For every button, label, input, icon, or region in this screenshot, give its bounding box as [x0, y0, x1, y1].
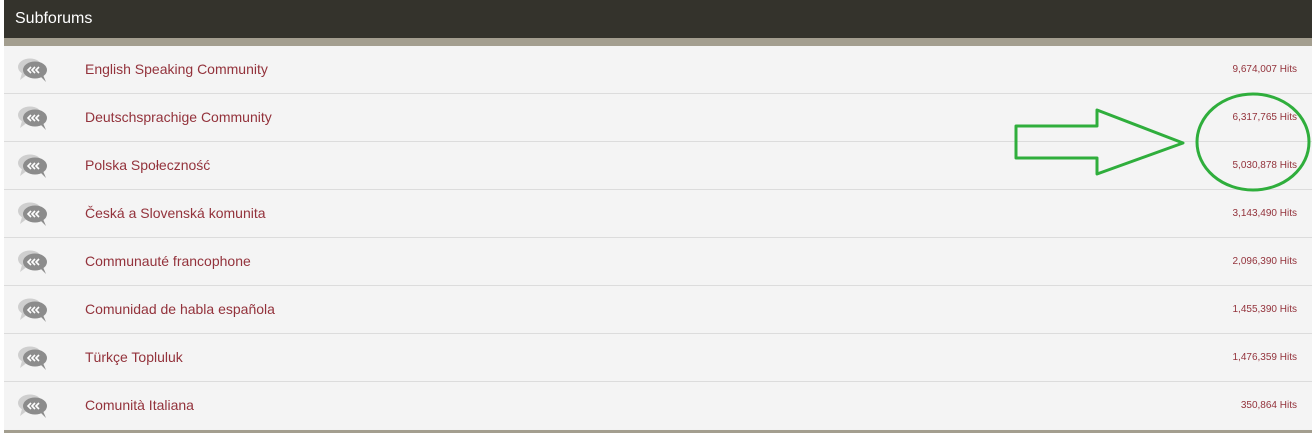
speech-bubbles-icon — [16, 248, 50, 276]
subforum-row: Deutschsprachige Community 6,317,765 Hit… — [4, 94, 1312, 142]
speech-bubbles-icon — [16, 56, 50, 84]
subforum-link[interactable]: Comunidad de habla española — [85, 286, 275, 333]
subforums-panel: Subforums English Speaking Community 9,6… — [4, 0, 1312, 433]
subforum-hits: 6,317,765 Hits — [1232, 112, 1298, 123]
subforum-row: Communauté francophone 2,096,390 Hits — [4, 238, 1312, 286]
subforum-row: Türkçe Topluluk 1,476,359 Hits — [4, 334, 1312, 382]
subforum-link[interactable]: Türkçe Topluluk — [85, 334, 183, 381]
panel-title: Subforums — [4, 0, 1312, 38]
subforum-row: Polska Społeczność 5,030,878 Hits — [4, 142, 1312, 190]
subforum-row: English Speaking Community 9,674,007 Hit… — [4, 46, 1312, 94]
subforum-list: English Speaking Community 9,674,007 Hit… — [4, 46, 1312, 429]
subforum-hits: 5,030,878 Hits — [1232, 160, 1298, 171]
subforum-hits: 2,096,390 Hits — [1232, 256, 1298, 267]
speech-bubbles-icon — [16, 152, 50, 180]
subforum-link[interactable]: Česká a Slovenská komunita — [85, 190, 266, 237]
subforum-hits: 350,864 Hits — [1240, 400, 1297, 411]
subforum-link[interactable]: Communauté francophone — [85, 238, 251, 285]
subforum-hits: 3,143,490 Hits — [1232, 208, 1298, 219]
subforum-link[interactable]: English Speaking Community — [85, 46, 268, 93]
speech-bubbles-icon — [16, 344, 50, 372]
subforum-hits: 9,674,007 Hits — [1232, 64, 1298, 75]
subforum-row: Česká a Slovenská komunita 3,143,490 Hit… — [4, 190, 1312, 238]
speech-bubbles-icon — [16, 104, 50, 132]
speech-bubbles-icon — [16, 392, 50, 420]
subforum-hits: 1,455,390 Hits — [1232, 304, 1298, 315]
subforum-link[interactable]: Comunità Italiana — [85, 382, 194, 429]
subforum-hits: 1,476,359 Hits — [1232, 352, 1298, 363]
speech-bubbles-icon — [16, 200, 50, 228]
subforum-row: Comunità Italiana 350,864 Hits — [4, 382, 1312, 429]
subforum-row: Comunidad de habla española 1,455,390 Hi… — [4, 286, 1312, 334]
header-divider — [4, 38, 1312, 46]
speech-bubbles-icon — [16, 296, 50, 324]
subforum-link[interactable]: Deutschsprachige Community — [85, 94, 272, 141]
subforum-link[interactable]: Polska Społeczność — [85, 142, 210, 189]
